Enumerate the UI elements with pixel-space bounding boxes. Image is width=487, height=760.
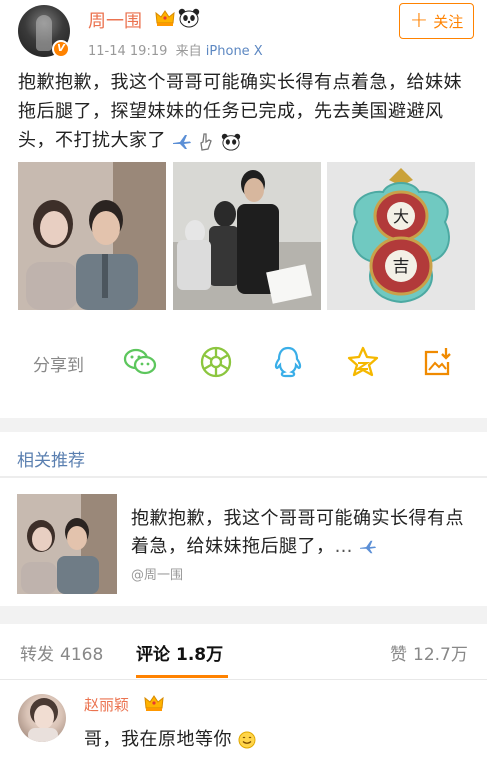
- post-header: V 周一围 11-14 19:19 来自 iPhone X + 关注: [0, 0, 487, 64]
- post-source-prefix: 来自: [175, 44, 202, 59]
- shhh-hand-icon: [200, 132, 213, 151]
- post-photo-3[interactable]: 大 吉: [327, 162, 475, 310]
- post-time: 11-14 19:19: [88, 44, 168, 59]
- panda-icon: [178, 8, 200, 28]
- svg-text:吉: 吉: [393, 257, 410, 277]
- tab-comments[interactable]: 评论 1.8万: [136, 640, 223, 665]
- post-photo-1[interactable]: [18, 162, 166, 310]
- section-divider-2: [0, 606, 487, 624]
- verified-badge-icon: V: [52, 40, 70, 58]
- moments-icon[interactable]: [198, 344, 234, 380]
- svg-text:大: 大: [393, 207, 409, 226]
- crown-icon: [155, 10, 175, 26]
- related-text: 抱歉抱歉，我这个哥哥可能确实长得有点着急，给妹妹拖后腿了，…: [131, 508, 464, 557]
- section-divider: [0, 418, 487, 432]
- airplane-icon: [360, 540, 377, 554]
- related-body: 抱歉抱歉，我这个哥哥可能确实长得有点着急，给妹妹拖后腿了，: [131, 508, 464, 557]
- like-label: 赞: [390, 645, 407, 665]
- qq-icon[interactable]: [270, 344, 306, 380]
- comment-count: 1.8万: [176, 645, 224, 665]
- comment-text: 哥，我在原地等你: [84, 725, 256, 751]
- related-source[interactable]: @周一围: [131, 564, 183, 583]
- tab-repost[interactable]: 转发 4168: [20, 640, 103, 665]
- repost-label: 转发: [20, 645, 54, 665]
- stats-tabs: 转发 4168 评论 1.8万 赞 12.7万: [0, 624, 487, 680]
- post-photo-2[interactable]: [173, 162, 321, 310]
- save-image-icon[interactable]: [420, 344, 456, 380]
- post-user-name[interactable]: 周一围: [88, 7, 142, 33]
- comment-body: 哥，我在原地等你: [84, 729, 232, 750]
- related-card[interactable]: 抱歉抱歉，我这个哥哥可能确实长得有点着急，给妹妹拖后腿了，… @周一围: [0, 478, 487, 606]
- qzone-icon[interactable]: [345, 344, 381, 380]
- share-label: 分享到: [33, 356, 84, 376]
- plus-icon: +: [409, 8, 429, 33]
- related-title: 相关推荐: [17, 451, 85, 471]
- post-emoji-group: [172, 127, 240, 156]
- tab-likes[interactable]: 赞 12.7万: [390, 640, 468, 665]
- like-count: 12.7万: [413, 645, 468, 665]
- smile-icon: [238, 731, 256, 749]
- comment-avatar[interactable]: [18, 694, 66, 742]
- follow-label: 关注: [433, 12, 464, 31]
- post-text: 抱歉抱歉，我这个哥哥可能确实长得有点着急，给妹妹拖后腿了，探望妹妹的任务已完成，…: [18, 68, 476, 156]
- related-thumbnail: [17, 494, 117, 594]
- active-tab-indicator: [136, 675, 228, 678]
- share-row: 分享到: [0, 336, 487, 388]
- photo-grid: 大 吉: [18, 162, 476, 310]
- post-source-device[interactable]: iPhone X: [206, 44, 263, 59]
- panda-icon: [221, 133, 240, 151]
- follow-button[interactable]: + 关注: [399, 3, 474, 39]
- crown-icon: [144, 695, 164, 711]
- comment-label: 评论: [136, 645, 170, 665]
- post-meta: 11-14 19:19 来自 iPhone X: [88, 40, 263, 59]
- comment-user-name[interactable]: 赵丽颖: [84, 694, 129, 715]
- repost-count: 4168: [60, 645, 104, 665]
- airplane-icon: [173, 134, 192, 149]
- wechat-icon[interactable]: [122, 344, 158, 380]
